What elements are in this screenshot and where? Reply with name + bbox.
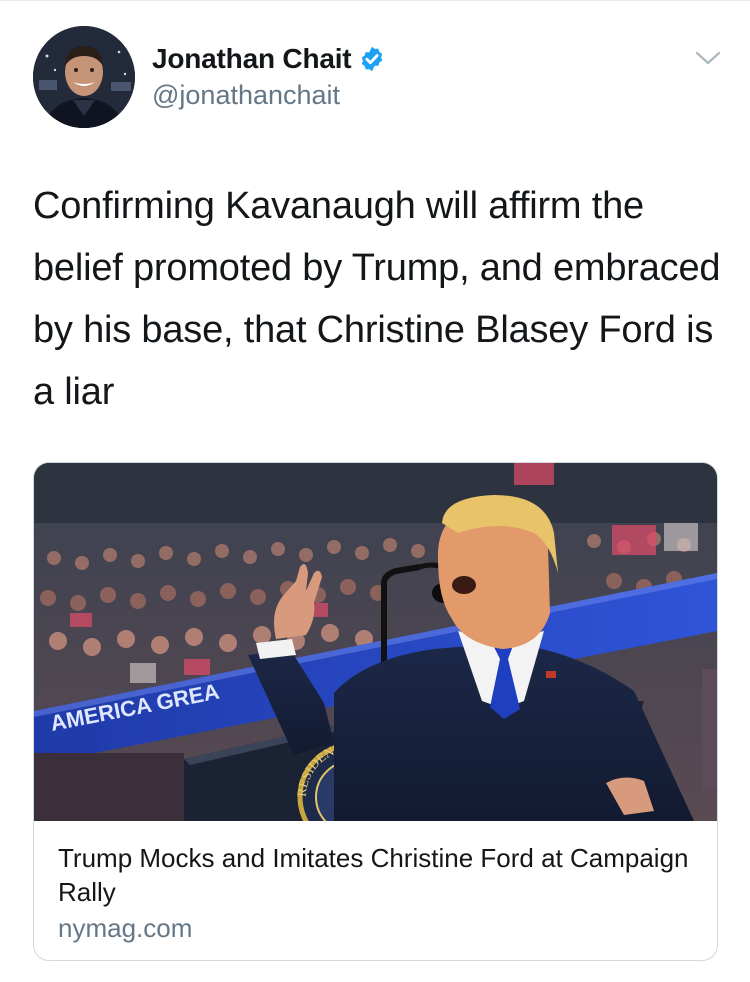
- card-domain: nymag.com: [58, 913, 193, 943]
- verified-badge-icon: [358, 45, 386, 73]
- card-text-block[interactable]: Trump Mocks and Imitates Christine Ford …: [58, 841, 694, 944]
- profile-photo: [33, 26, 135, 128]
- author-avatar[interactable]: [33, 26, 135, 128]
- card-title[interactable]: Trump Mocks and Imitates Christine Ford …: [58, 841, 694, 909]
- link-preview-card[interactable]: AMERICA GREA RESIDENT OF THE UNITE: [33, 462, 718, 961]
- chevron-down-icon[interactable]: [692, 46, 724, 70]
- tweet-text: Confirming Kavanaugh will affirm the bel…: [33, 185, 721, 413]
- card-image[interactable]: AMERICA GREA RESIDENT OF THE UNITE: [34, 463, 717, 821]
- author-display-name[interactable]: Jonathan Chait: [152, 43, 352, 75]
- author-handle[interactable]: @jonathanchait: [152, 80, 340, 111]
- rally-photo: AMERICA GREA RESIDENT OF THE UNITE: [34, 463, 717, 821]
- author-name-row[interactable]: Jonathan Chait: [152, 42, 386, 76]
- top-divider: [0, 0, 750, 1]
